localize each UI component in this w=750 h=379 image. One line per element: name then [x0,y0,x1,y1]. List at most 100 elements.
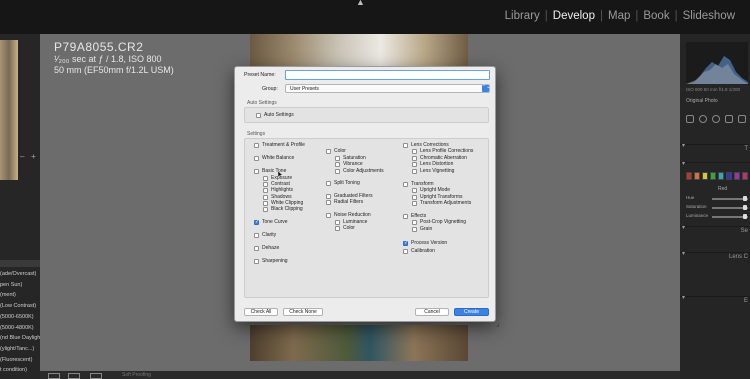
preset-item[interactable]: (ment) [0,290,40,301]
preset-item[interactable]: t condition) [0,365,40,376]
create-button[interactable]: Create [454,308,489,316]
checkbox-box[interactable] [263,206,268,212]
red-eye-icon[interactable] [725,115,733,123]
checkbox-process-version[interactable]: Process Version [403,240,447,246]
module-book[interactable]: Book [638,10,674,22]
checkbox-box[interactable] [254,232,259,238]
swatch[interactable] [710,172,716,180]
navigator-thumbnail[interactable] [0,40,18,180]
checkbox-box[interactable] [254,142,259,148]
checkbox-dehaze[interactable]: Dehaze [254,245,279,251]
checkbox-box[interactable] [263,187,268,193]
checkbox-color-adjustments[interactable]: Color Adjustments [335,168,384,174]
soft-proofing-label[interactable]: Soft Proofing [122,372,151,378]
crop-tool-icon[interactable] [699,115,707,123]
checkbox-box[interactable] [326,180,331,186]
checkbox-clarity[interactable]: Clarity [254,232,276,238]
check-all-button[interactable]: Check All [244,308,278,316]
section-label-lens[interactable]: Lens C [729,254,748,260]
before-after-icon[interactable] [68,373,80,379]
checkbox-post-crop-vignetting[interactable]: Post-Crop Vignetting [412,219,466,225]
checkbox-box[interactable] [403,181,408,187]
checkbox-box[interactable] [254,168,259,174]
loupe-view-icon[interactable] [48,373,60,379]
checkbox-calibration[interactable]: Calibration [403,248,435,254]
auto-settings-checkbox[interactable]: Auto Settings [256,112,294,118]
checkbox-black-clipping[interactable]: Black Clipping [263,206,303,212]
histogram[interactable] [686,42,748,84]
checkbox-white-balance[interactable]: White Balance [254,155,294,161]
checkbox-box[interactable] [263,194,268,200]
checkbox-box[interactable] [326,212,331,218]
group-select[interactable]: User Presets ⌃⌄ [285,84,490,93]
slider-knob[interactable] [743,196,747,201]
checkbox-box[interactable] [263,175,268,181]
checkbox-box[interactable] [412,219,417,225]
original-photo-label[interactable]: Original Photo [686,98,718,104]
checkbox-box[interactable] [335,161,340,167]
swatch[interactable] [686,172,692,180]
resize-handle-icon[interactable]: ⌟ [496,320,499,328]
slider-knob[interactable] [743,214,747,219]
module-develop[interactable]: Develop [548,10,600,22]
checkbox-sharpening[interactable]: Sharpening [254,258,288,264]
check-none-button[interactable]: Check None [283,308,323,316]
module-library[interactable]: Library [500,10,545,22]
checkbox-box[interactable] [412,187,417,193]
checkbox-box[interactable] [412,226,417,232]
spot-removal-icon[interactable] [712,115,720,123]
checkbox-box[interactable] [326,193,331,199]
section-caret-icon[interactable]: ▾ [682,142,685,149]
checkbox-box[interactable] [403,213,408,219]
section-caret-icon[interactable]: ▾ [682,224,685,231]
section-caret-icon[interactable]: ▾ [682,294,685,301]
checkbox-box[interactable] [263,181,268,187]
checkbox-box[interactable] [335,155,340,161]
module-map[interactable]: Map [603,10,635,22]
checkbox-tone-curve[interactable]: Tone Curve [254,219,288,225]
swatch[interactable] [702,172,708,180]
remove-preset-button[interactable]: – [20,152,24,161]
graduated-filter-icon[interactable] [738,115,746,123]
checkbox-box[interactable] [412,161,417,167]
section-label-tone[interactable]: T [744,146,748,152]
swatch[interactable] [734,172,740,180]
checkbox-box[interactable] [254,219,259,225]
preset-item[interactable]: (5000-4800K) [0,323,40,334]
checkbox-transform-adjustments[interactable]: Transform Adjustments [412,200,471,206]
slider-knob[interactable] [743,205,747,210]
checkbox-split-toning[interactable]: Split Toning [326,180,360,186]
checkbox-box[interactable] [403,142,408,148]
checkbox-box[interactable] [403,240,408,246]
add-preset-button[interactable]: + [31,152,36,161]
section-label-split[interactable]: Se [741,228,748,234]
collapse-top-panel-icon[interactable]: ▲ [356,0,365,7]
checkbox-box[interactable] [335,168,340,174]
checkbox-box[interactable] [254,155,259,161]
preset-item[interactable]: (Fluorescent) [0,355,40,366]
checkbox-lens-distortion[interactable]: Lens Distortion [412,161,453,167]
checkbox-upright-mode[interactable]: Upright Mode [412,187,450,193]
saturation-slider[interactable]: Saturation [686,204,748,211]
preset-item[interactable]: (5000-6500K) [0,312,40,323]
checkbox-noise-reduction[interactable]: Noise Reduction [326,212,371,218]
checkbox-box[interactable] [412,168,417,174]
swatch[interactable] [718,172,724,180]
section-caret-icon[interactable]: ▾ [682,250,685,257]
checkbox-box[interactable] [263,200,268,206]
checkbox-box[interactable] [412,155,417,161]
checkbox-vibrance[interactable]: Vibrance [335,161,363,167]
swatch[interactable] [726,172,732,180]
checkbox-box[interactable] [412,200,417,206]
preset-name-input[interactable] [285,70,490,80]
section-caret-icon[interactable]: ▾ [682,160,685,167]
checkbox-box[interactable] [335,219,340,225]
preset-item[interactable]: (Low Contrast) [0,301,40,312]
checkbox-box[interactable] [412,194,417,200]
checkbox-color[interactable]: Color [326,148,346,154]
checkbox-treatment-profile[interactable]: Treatment & Profile [254,142,305,148]
checkbox-grain[interactable]: Grain [412,226,432,232]
checkbox-highlights[interactable]: Highlights [263,187,293,193]
preset-item[interactable]: (ade/Overcast) [0,269,40,280]
checkbox-box[interactable] [412,148,417,154]
